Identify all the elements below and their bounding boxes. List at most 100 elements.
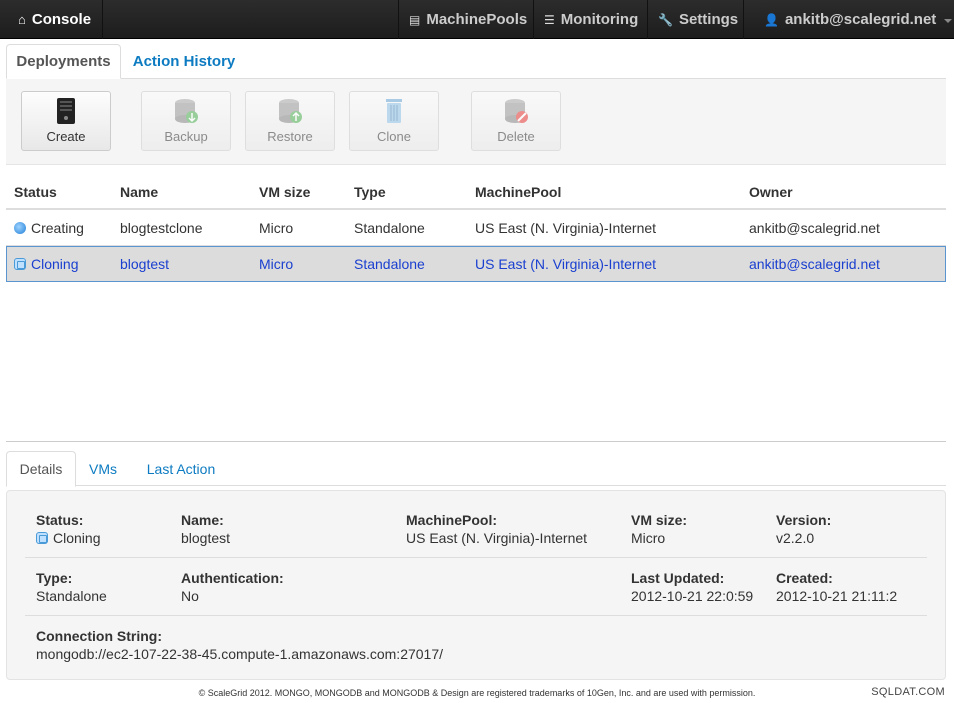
row-type: Standalone xyxy=(354,256,425,272)
trash-can-icon xyxy=(381,97,407,125)
detail-last-updated-value: 2012-10-21 22:0:59 xyxy=(631,588,754,604)
row-status: Cloning xyxy=(31,256,79,272)
create-button[interactable]: Create xyxy=(21,91,111,151)
table-row-selected[interactable]: Cloning blogtest Micro Standalone US Eas… xyxy=(6,246,946,282)
brand-label: Console xyxy=(31,11,92,28)
tab-last-action-label: Last Action xyxy=(146,460,216,477)
row-name: blogtestclone xyxy=(120,219,203,236)
detail-last-updated-label: Last Updated: xyxy=(631,570,725,586)
wrench-icon: 🔧 xyxy=(658,12,673,27)
col-machinepool[interactable]: MachinePool xyxy=(475,175,561,208)
detail-divider xyxy=(25,557,927,558)
user-icon: 👤 xyxy=(764,12,779,27)
storage-icon: ▤ xyxy=(409,12,421,27)
server-icon xyxy=(53,97,79,125)
row-vm-size: Micro xyxy=(259,219,294,236)
row-owner: ankitb@scalegrid.net xyxy=(749,256,880,272)
detail-status: Status: Cloning xyxy=(36,511,100,547)
tab-deployments-label: Deployments xyxy=(16,53,111,70)
detail-version-value: v2.2.0 xyxy=(776,530,815,546)
database-delete-icon xyxy=(503,97,529,125)
creating-status-icon xyxy=(14,221,26,234)
backup-button[interactable]: Backup xyxy=(141,91,231,151)
detail-created: Created: 2012-10-21 21:11:2 xyxy=(776,569,897,605)
list-icon: ☰ xyxy=(544,12,555,27)
detail-machinepool-label: MachinePool: xyxy=(406,512,498,528)
col-owner[interactable]: Owner xyxy=(749,175,793,208)
detail-created-value: 2012-10-21 21:11:2 xyxy=(776,588,898,604)
main-tabs: Deployments Action History xyxy=(6,39,946,79)
tab-vms-label: VMs xyxy=(89,460,117,477)
tab-details[interactable]: Details xyxy=(6,451,76,487)
detail-created-label: Created: xyxy=(776,570,833,586)
user-email: ankitb@scalegrid.net xyxy=(784,11,937,28)
chevron-down-icon xyxy=(944,18,953,23)
detail-authentication: Authentication: No xyxy=(181,569,284,605)
tab-vms[interactable]: VMs xyxy=(78,451,128,486)
cloning-status-icon xyxy=(36,532,48,544)
detail-type-label: Type: xyxy=(36,570,73,586)
detail-vm-size: VM size: Micro xyxy=(631,511,687,547)
detail-divider xyxy=(25,615,927,616)
tab-details-label: Details xyxy=(19,461,63,477)
table-row[interactable]: Creating blogtestclone Micro Standalone … xyxy=(6,210,946,246)
footer-copyright: © ScaleGrid 2012. MONGO, MONGODB and MON… xyxy=(198,688,756,698)
tab-deployments[interactable]: Deployments xyxy=(6,44,121,79)
nav-settings-label: Settings xyxy=(678,11,739,28)
deployments-table: Status Name VM size Type MachinePool Own… xyxy=(6,175,946,282)
detail-status-label: Status: xyxy=(36,512,84,528)
detail-tabs: Details VMs Last Action xyxy=(6,451,946,487)
detail-name-value: blogtest xyxy=(181,530,231,546)
restore-button[interactable]: Restore xyxy=(245,91,335,151)
nav-monitoring-label: Monitoring xyxy=(560,11,639,28)
delete-button[interactable]: Delete xyxy=(471,91,561,151)
database-backup-icon xyxy=(173,97,199,125)
action-toolbar: Create Backup Restore Clone Delete xyxy=(6,79,946,165)
cloning-status-icon xyxy=(14,258,26,270)
detail-type-value: Standalone xyxy=(36,588,107,604)
detail-last-updated: Last Updated: 2012-10-21 22:0:59 xyxy=(631,569,753,605)
top-navbar: ⌂ Console ▤ MachinePools ☰ Monitoring 🔧 … xyxy=(0,0,954,39)
nav-machinepools[interactable]: ▤ MachinePools xyxy=(398,0,530,39)
section-divider xyxy=(6,441,946,442)
col-name[interactable]: Name xyxy=(120,175,158,208)
user-menu[interactable]: 👤 ankitb@scalegrid.net xyxy=(743,0,954,39)
nav-settings[interactable]: 🔧 Settings xyxy=(647,0,741,39)
detail-status-value: Cloning xyxy=(53,530,101,546)
watermark-text: SQLDAT.COM xyxy=(871,686,945,698)
row-name: blogtest xyxy=(120,256,170,272)
delete-button-label: Delete xyxy=(497,129,535,144)
tab-action-history-label: Action History xyxy=(132,53,236,70)
detail-name: Name: blogtest xyxy=(181,511,230,547)
database-restore-icon xyxy=(277,97,303,125)
detail-authentication-label: Authentication: xyxy=(181,570,284,586)
create-button-label: Create xyxy=(46,129,86,144)
backup-button-label: Backup xyxy=(164,129,208,144)
details-panel: Status: Cloning Name: blogtest MachinePo… xyxy=(6,490,946,680)
detail-name-label: Name: xyxy=(181,512,224,528)
row-machinepool: US East (N. Virginia)-Internet xyxy=(475,219,657,236)
tab-action-history[interactable]: Action History xyxy=(124,44,244,79)
row-status: Creating xyxy=(31,219,84,236)
home-icon: ⌂ xyxy=(18,12,26,27)
row-vm-size: Micro xyxy=(259,256,294,272)
detail-authentication-value: No xyxy=(181,588,199,604)
col-vm-size[interactable]: VM size xyxy=(259,175,310,208)
clone-button-label: Clone xyxy=(377,129,411,144)
detail-vm-size-value: Micro xyxy=(631,530,666,546)
detail-machinepool-value: US East (N. Virginia)-Internet xyxy=(406,530,588,546)
console-brand-link[interactable]: ⌂ Console xyxy=(0,0,103,39)
row-machinepool: US East (N. Virginia)-Internet xyxy=(475,256,657,272)
col-type[interactable]: Type xyxy=(354,175,386,208)
detail-type: Type: Standalone xyxy=(36,569,107,605)
detail-connection-string-value: mongodb://ec2-107-22-38-45.compute-1.ama… xyxy=(36,646,444,662)
nav-machinepools-label: MachinePools xyxy=(426,11,528,28)
detail-version-label: Version: xyxy=(776,512,832,528)
col-status[interactable]: Status xyxy=(14,175,57,208)
nav-monitoring[interactable]: ☰ Monitoring xyxy=(533,0,645,39)
clone-button[interactable]: Clone xyxy=(349,91,439,151)
detail-connection-string-label: Connection String: xyxy=(36,628,162,644)
detail-version: Version: v2.2.0 xyxy=(776,511,831,547)
detail-vm-size-label: VM size: xyxy=(631,512,688,528)
tab-last-action[interactable]: Last Action xyxy=(134,451,228,486)
